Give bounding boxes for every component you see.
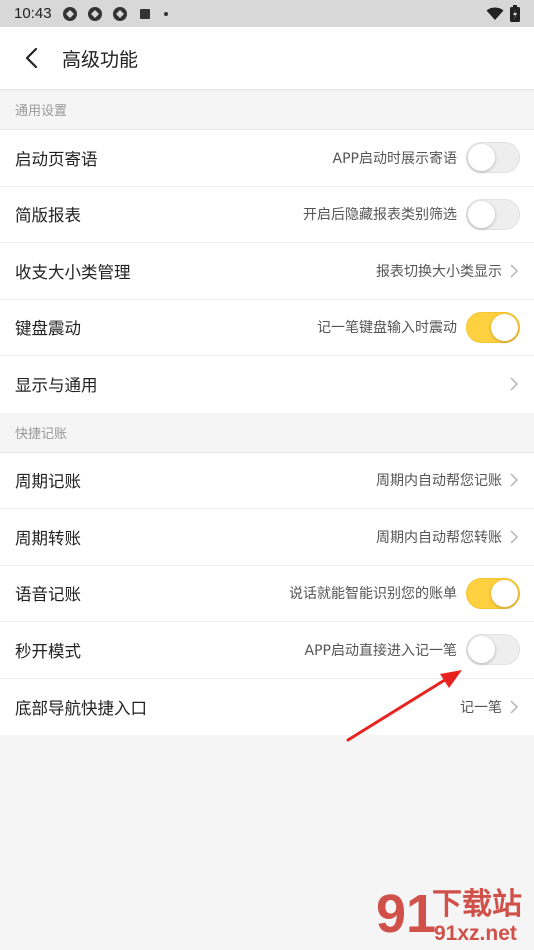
- setting-label: 周期记账: [15, 472, 81, 492]
- stop-icon: [139, 8, 150, 19]
- setting-description: 报表切换大小类显示: [376, 263, 502, 280]
- setting-label: 底部导航快捷入口: [15, 698, 147, 718]
- setting-label: 周期转账: [15, 528, 81, 548]
- setting-row-keyboard-vibration[interactable]: 键盘震动 记一笔键盘输入时震动: [0, 299, 534, 356]
- status-bar: 10:43: [0, 0, 534, 27]
- setting-row-periodic-transfer[interactable]: 周期转账 周期内自动帮您转账: [0, 509, 534, 566]
- chevron-right-icon: [510, 700, 519, 714]
- setting-description: 周期内自动帮您转账: [376, 529, 502, 546]
- notification-icon: [112, 6, 127, 21]
- setting-row-bottom-nav-shortcut[interactable]: 底部导航快捷入口 记一笔: [0, 678, 534, 735]
- more-notifications-icon: [163, 11, 168, 16]
- watermark-number: 91: [376, 884, 436, 944]
- page-title: 高级功能: [62, 48, 139, 71]
- setting-description: 周期内自动帮您记账: [376, 473, 502, 490]
- chevron-right-icon: [510, 530, 519, 544]
- chevron-right-icon: [510, 264, 519, 278]
- setting-label: 秒开模式: [15, 641, 81, 661]
- setting-row-startup-message[interactable]: 启动页寄语 APP启动时展示寄语: [0, 130, 534, 187]
- watermark-domain: 91xz.net: [434, 922, 517, 945]
- setting-row-quick-open-mode[interactable]: 秒开模式 APP启动直接进入记一笔: [0, 622, 534, 679]
- keyboard-vibration-toggle[interactable]: [466, 311, 520, 343]
- setting-row-category-management[interactable]: 收支大小类管理 报表切换大小类显示: [0, 243, 534, 300]
- setting-label: 简版报表: [15, 206, 81, 226]
- setting-row-periodic-bookkeeping[interactable]: 周期记账 周期内自动帮您记账: [0, 452, 534, 509]
- voice-bookkeeping-toggle[interactable]: [466, 577, 520, 609]
- notification-icon: [87, 6, 102, 21]
- chevron-right-icon: [510, 377, 519, 391]
- settings-group-quick-bookkeeping: 周期记账 周期内自动帮您记账 周期转账 周期内自动帮您转账 语音记账 说话就能智…: [0, 452, 534, 735]
- setting-label: 收支大小类管理: [15, 262, 131, 282]
- watermark-logo: 91 下载站 91xz.net: [376, 884, 522, 945]
- quick-open-mode-toggle[interactable]: [466, 634, 520, 666]
- simple-report-toggle[interactable]: [466, 198, 520, 230]
- setting-row-display-general[interactable]: 显示与通用: [0, 356, 534, 413]
- section-header-quick-bookkeeping: 快捷记账: [0, 412, 534, 453]
- setting-row-simple-report[interactable]: 简版报表 开启后隐藏报表类别筛选: [0, 186, 534, 243]
- setting-label: 启动页寄语: [15, 149, 98, 169]
- setting-description: APP启动时展示寄语: [332, 150, 457, 167]
- setting-description: 记一笔键盘输入时震动: [317, 320, 457, 337]
- battery-icon: [510, 5, 520, 22]
- setting-label: 键盘震动: [15, 319, 81, 339]
- app-header: 高级功能: [0, 27, 534, 90]
- section-header-general: 通用设置: [0, 90, 534, 130]
- back-button[interactable]: [0, 27, 62, 90]
- setting-description: 记一笔: [460, 699, 502, 716]
- watermark-brand: 下载站: [432, 887, 522, 922]
- wifi-icon: [486, 7, 504, 20]
- setting-description: 说话就能智能识别您的账单: [289, 586, 457, 603]
- setting-label: 语音记账: [15, 585, 81, 605]
- setting-label: 显示与通用: [15, 376, 98, 396]
- status-time: 10:43: [14, 5, 52, 22]
- setting-description: APP启动直接进入记一笔: [304, 642, 457, 659]
- setting-row-voice-bookkeeping[interactable]: 语音记账 说话就能智能识别您的账单: [0, 565, 534, 622]
- setting-description: 开启后隐藏报表类别筛选: [303, 207, 457, 224]
- chevron-right-icon: [510, 473, 519, 487]
- chevron-left-icon: [25, 47, 38, 69]
- settings-group-general: 启动页寄语 APP启动时展示寄语 简版报表 开启后隐藏报表类别筛选 收支大小类管…: [0, 130, 534, 413]
- notification-icon: [62, 6, 77, 21]
- startup-message-toggle[interactable]: [466, 142, 520, 174]
